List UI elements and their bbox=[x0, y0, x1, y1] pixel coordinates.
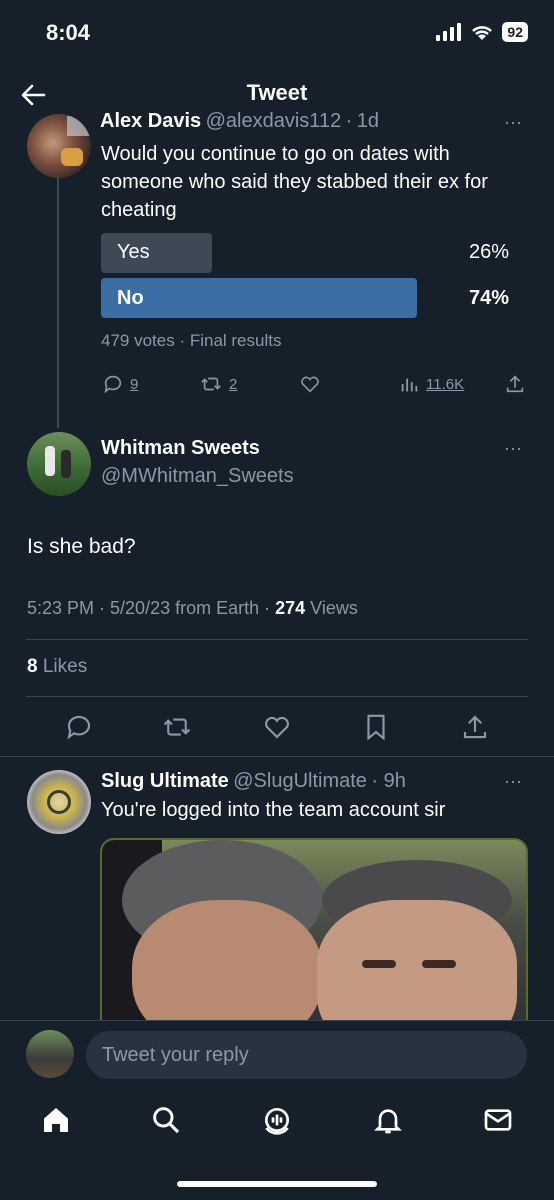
analytics-icon bbox=[401, 378, 418, 392]
reply-header: Slug Ultimate @SlugUltimate · 9h bbox=[101, 770, 406, 793]
parent-share-icon[interactable] bbox=[504, 373, 526, 395]
thread-line bbox=[57, 178, 59, 428]
parent-reply-button[interactable]: 9 bbox=[102, 373, 138, 395]
reply-age: · 9h bbox=[371, 770, 406, 792]
reply-author-name[interactable]: Slug Ultimate bbox=[101, 770, 229, 792]
divider bbox=[0, 756, 554, 757]
status-time: 8:04 bbox=[46, 20, 91, 45]
parent-avatar[interactable] bbox=[27, 114, 91, 178]
main-author-handle[interactable]: @MWhitman_Sweets bbox=[101, 465, 294, 488]
parent-tweet-text: Would you continue to go on dates with s… bbox=[101, 143, 488, 221]
parent-author-name[interactable]: Alex Davis bbox=[100, 112, 201, 132]
reply-button-icon[interactable] bbox=[64, 712, 94, 742]
poll-option-no-bar bbox=[101, 278, 417, 318]
divider bbox=[26, 639, 528, 640]
poll-summary: 479 votes · Final results bbox=[101, 331, 282, 350]
home-indicator bbox=[177, 1181, 377, 1187]
reply-more-icon[interactable]: ··· bbox=[504, 771, 522, 792]
wifi-icon bbox=[472, 26, 493, 40]
battery-indicator: 92 bbox=[502, 22, 528, 42]
share-button-icon[interactable] bbox=[460, 712, 490, 742]
divider bbox=[26, 696, 528, 697]
reply-author-handle[interactable]: @SlugUltimate bbox=[233, 770, 367, 792]
views-count: 274 bbox=[275, 598, 306, 618]
parent-author-handle[interactable]: @alexdavis112 bbox=[206, 112, 342, 132]
messages-tab-icon[interactable] bbox=[482, 1104, 514, 1136]
retweet-icon bbox=[201, 377, 221, 391]
likes-count-link[interactable]: 8 Likes bbox=[27, 656, 87, 678]
notifications-tab-icon[interactable] bbox=[372, 1104, 404, 1136]
poll-option-yes-label: Yes bbox=[117, 241, 150, 263]
main-author-name[interactable]: Whitman Sweets bbox=[101, 437, 260, 460]
status-icons: 92 bbox=[436, 22, 528, 42]
reply-media-image[interactable] bbox=[100, 838, 528, 1038]
parent-more-icon[interactable]: ··· bbox=[504, 112, 522, 133]
home-tab-icon[interactable] bbox=[40, 1104, 72, 1136]
poll-option-no-percent: 74% bbox=[469, 287, 510, 309]
retweet-button-icon[interactable] bbox=[162, 712, 192, 742]
main-more-icon[interactable]: ··· bbox=[504, 438, 522, 459]
composer-avatar bbox=[26, 1030, 74, 1078]
poll-option-yes-percent: 26% bbox=[469, 241, 510, 263]
parent-like-icon[interactable] bbox=[298, 373, 322, 395]
main-tweet-text: Is she bad? bbox=[27, 535, 136, 558]
reply-avatar[interactable] bbox=[27, 770, 91, 834]
search-tab-icon[interactable] bbox=[150, 1104, 182, 1136]
parent-age: 1d bbox=[356, 112, 380, 132]
reply-icon bbox=[104, 375, 122, 394]
like-button-icon[interactable] bbox=[262, 712, 292, 742]
signal-icon bbox=[436, 23, 462, 41]
header-title: Tweet bbox=[246, 80, 308, 105]
parent-retweet-button[interactable]: 2 bbox=[199, 373, 237, 395]
reply-input[interactable]: Tweet your reply bbox=[86, 1031, 527, 1079]
poll-option-no-label: No bbox=[117, 287, 144, 309]
parent-views-button[interactable]: 11.6K bbox=[398, 373, 464, 395]
bookmark-button-icon[interactable] bbox=[361, 712, 391, 742]
main-avatar[interactable] bbox=[27, 432, 91, 496]
reply-tweet-text: You're logged into the team account sir bbox=[101, 799, 446, 821]
spaces-tab-icon[interactable] bbox=[261, 1104, 293, 1136]
main-tweet-meta: 5:23 PM · 5/20/23 from Earth · 274 Views bbox=[27, 598, 358, 618]
